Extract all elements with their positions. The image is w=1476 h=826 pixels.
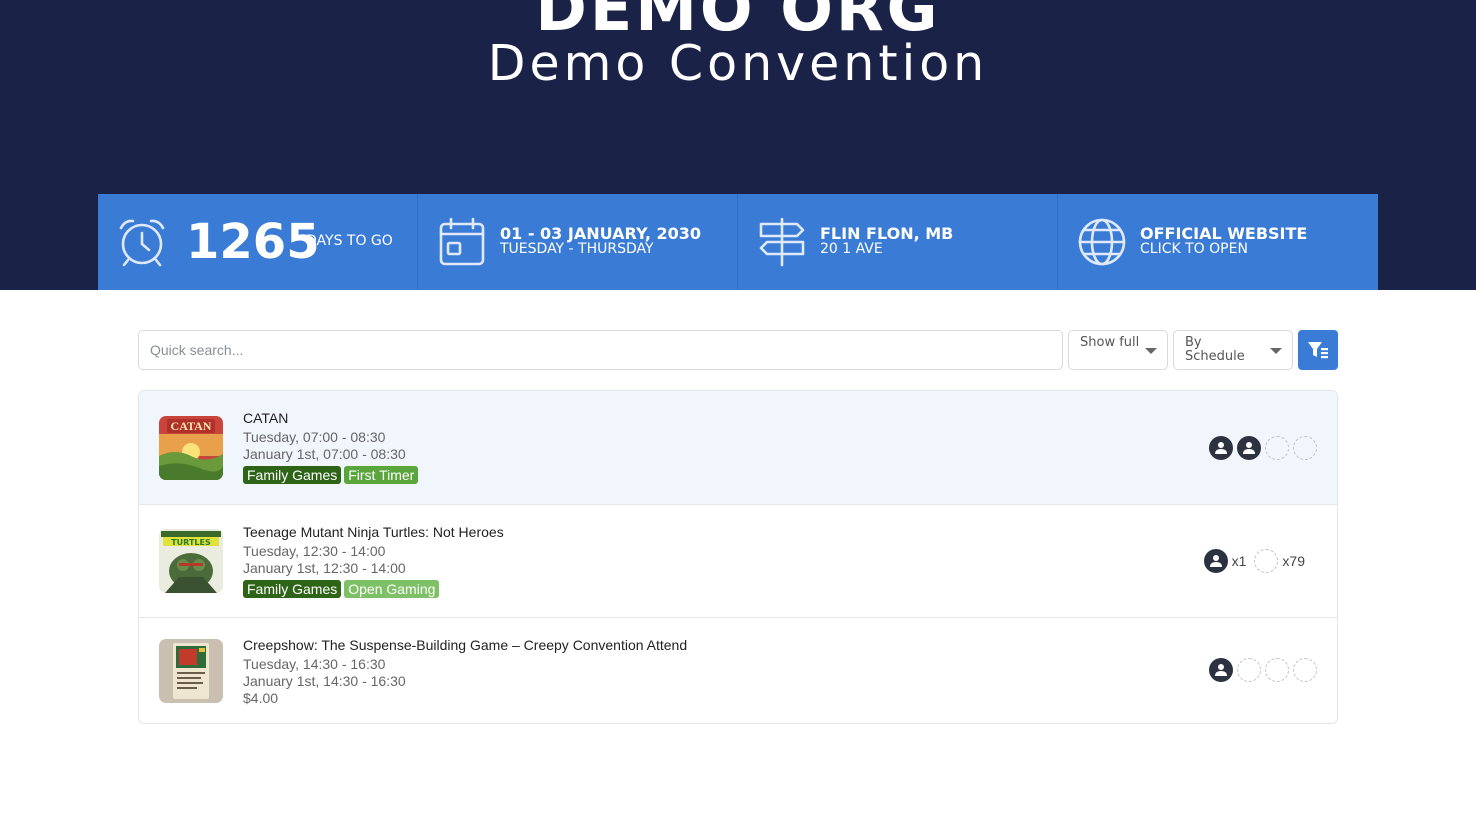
event-row-tmnt[interactable]: TURTLES Teenage Mutant Ninja Turtles: No… xyxy=(139,505,1337,618)
event-title[interactable]: Teenage Mutant Ninja Turtles: Not Heroes xyxy=(243,523,504,541)
event-date-time: January 1st, 12:30 - 14:00 xyxy=(243,560,406,576)
svg-text:CATAN: CATAN xyxy=(171,419,212,433)
filled-seat-icon xyxy=(1209,658,1233,682)
event-tags: Family Games Open Gaming xyxy=(243,580,440,598)
filter-button[interactable] xyxy=(1298,330,1338,370)
event-title[interactable]: CATAN xyxy=(243,409,288,427)
event-tags: Family Games First Timer xyxy=(243,466,419,484)
creepshow-thumbnail xyxy=(159,639,223,703)
signpost-icon xyxy=(756,216,808,268)
event-title[interactable]: Creepshow: The Suspense-Building Game – … xyxy=(243,636,687,654)
chevron-down-icon xyxy=(1145,348,1157,354)
event-weekdays: TUESDAY - THURSDAY xyxy=(500,241,654,257)
click-to-open-label: CLICK TO OPEN xyxy=(1140,241,1248,257)
filled-seat-icon xyxy=(1209,436,1233,460)
event-weekday-time: Tuesday, 07:00 - 08:30 xyxy=(243,429,386,445)
catan-thumbnail: CATAN xyxy=(159,416,223,480)
countdown-cell: 1265 DAYS TO GO xyxy=(98,194,418,290)
empty-seat-icon xyxy=(1237,658,1261,682)
seat-indicator xyxy=(1205,436,1317,460)
quick-search-input[interactable] xyxy=(138,330,1063,370)
org-title: DEMO ORG xyxy=(535,0,941,45)
filter-icon xyxy=(1308,342,1328,359)
seat-indicator xyxy=(1205,658,1317,682)
website-cell[interactable]: OFFICIAL WEBSITE CLICK TO OPEN xyxy=(1058,194,1378,290)
seat-indicator: x1 x79 xyxy=(1200,549,1309,573)
empty-seat-icon xyxy=(1293,436,1317,460)
tmnt-thumbnail: TURTLES xyxy=(159,529,223,593)
calendar-icon xyxy=(436,216,488,268)
convention-title: Demo Convention xyxy=(487,35,989,92)
event-price: $4.00 xyxy=(243,690,279,706)
empty-seat-icon xyxy=(1265,436,1289,460)
filled-seat-icon xyxy=(1203,549,1228,573)
location-cell: FLIN FLON, MB 20 1 AVE xyxy=(738,194,1058,290)
sort-value: By Schedule xyxy=(1185,335,1245,364)
filled-seat-icon xyxy=(1237,436,1261,460)
empty-seat-icon xyxy=(1254,549,1279,573)
tag-first-timer[interactable]: First Timer xyxy=(344,466,419,484)
event-row-catan[interactable]: CATAN CATAN Tuesday, 07:00 - 08:30 Janua… xyxy=(139,391,1337,505)
dates-cell: 01 - 03 JANUARY, 2030 TUESDAY - THURSDAY xyxy=(418,194,738,290)
event-row-creepshow[interactable]: Creepshow: The Suspense-Building Game – … xyxy=(139,618,1337,723)
event-date-time: January 1st, 14:30 - 16:30 xyxy=(243,673,406,689)
event-date-time: January 1st, 07:00 - 08:30 xyxy=(243,446,406,462)
event-toolbar: Show full By Schedule xyxy=(138,330,1338,370)
event-list: CATAN CATAN Tuesday, 07:00 - 08:30 Janua… xyxy=(138,390,1338,724)
tag-family-games[interactable]: Family Games xyxy=(243,466,342,484)
event-weekday-time: Tuesday, 12:30 - 14:00 xyxy=(243,543,386,559)
location-address: 20 1 AVE xyxy=(820,241,883,257)
empty-seat-icon xyxy=(1265,658,1289,682)
event-weekday-time: Tuesday, 14:30 - 16:30 xyxy=(243,656,386,672)
show-filter-select[interactable]: Show full xyxy=(1068,330,1168,370)
days-count: 1265 xyxy=(186,214,320,270)
svg-text:TURTLES: TURTLES xyxy=(171,538,211,547)
chevron-down-icon xyxy=(1270,348,1282,354)
info-bar: 1265 DAYS TO GO 01 - 03 JANUARY, 2030 TU… xyxy=(98,194,1378,290)
tag-family-games[interactable]: Family Games xyxy=(243,580,342,598)
days-to-go-label: DAYS TO GO xyxy=(306,233,393,249)
show-filter-value: Show full xyxy=(1080,335,1140,350)
globe-icon xyxy=(1076,216,1128,268)
sort-select[interactable]: By Schedule xyxy=(1173,330,1293,370)
empty-seat-icon xyxy=(1293,658,1317,682)
tag-open-gaming[interactable]: Open Gaming xyxy=(344,580,440,598)
alarm-clock-icon xyxy=(116,216,168,268)
filled-seat-count: x1 xyxy=(1231,553,1247,569)
empty-seat-count: x79 xyxy=(1282,553,1305,569)
